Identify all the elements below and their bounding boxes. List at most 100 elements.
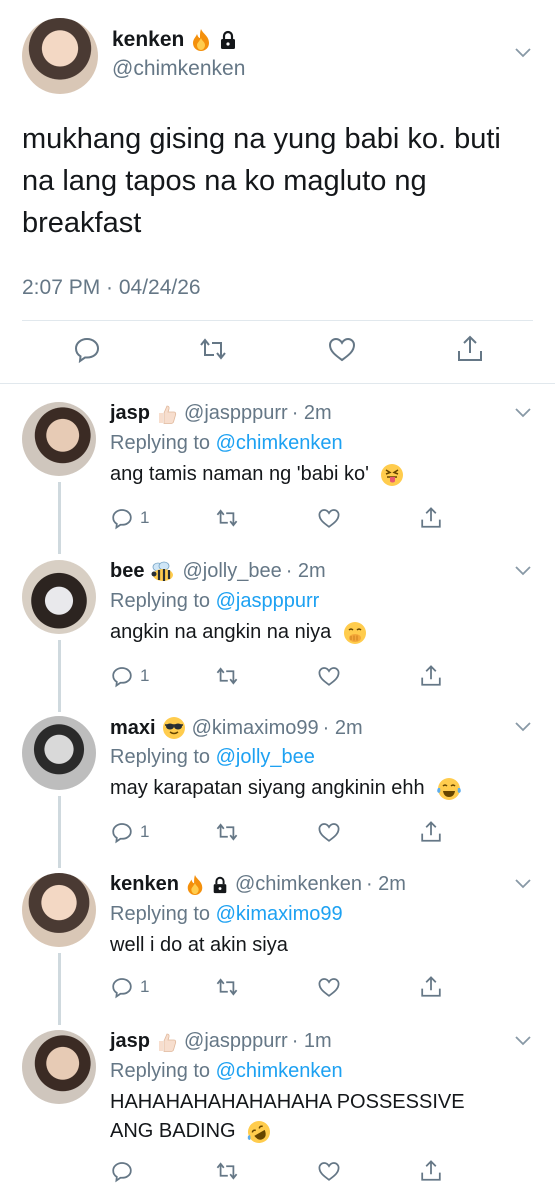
retweet-icon[interactable] bbox=[215, 505, 239, 531]
avatar[interactable] bbox=[22, 560, 96, 634]
reply-actions: 1 bbox=[0, 819, 555, 845]
mention-link[interactable]: @chimkenken bbox=[216, 432, 343, 454]
heart-icon[interactable] bbox=[317, 663, 341, 689]
squinting-tongue-emoji-icon bbox=[380, 463, 404, 487]
tweet-text: mukhang gising na yung babi ko. buti na … bbox=[22, 123, 501, 239]
reply-header: bee @jolly_bee · 2m bbox=[110, 560, 326, 583]
reply-button[interactable]: 1 bbox=[110, 505, 149, 531]
author-handle[interactable]: @kimaximo99 bbox=[192, 717, 319, 740]
replying-prefix: Replying to bbox=[110, 1060, 216, 1082]
reply-header: maxi @kimaximo99 · 2m bbox=[110, 716, 363, 740]
reply-count: 1 bbox=[140, 822, 150, 841]
author-handle[interactable]: @jaspppurr bbox=[184, 1030, 288, 1053]
author-name[interactable]: bee bbox=[110, 560, 144, 583]
chevron-down-icon[interactable] bbox=[515, 48, 531, 62]
retweet-icon[interactable] bbox=[215, 1158, 239, 1184]
author-name[interactable]: jasp bbox=[110, 1030, 150, 1053]
chevron-down-icon[interactable] bbox=[515, 566, 531, 580]
reply-button[interactable]: 1 bbox=[110, 974, 149, 1000]
author-name[interactable]: maxi bbox=[110, 717, 156, 740]
lock-icon bbox=[211, 876, 229, 894]
reply-actions bbox=[0, 1158, 555, 1184]
thumbs-up-icon bbox=[156, 403, 178, 425]
avatar[interactable] bbox=[22, 1030, 96, 1104]
reply-icon[interactable] bbox=[72, 334, 102, 364]
lock-icon bbox=[218, 30, 238, 50]
chevron-down-icon[interactable] bbox=[515, 722, 531, 736]
reply-time: · 2m bbox=[285, 560, 326, 582]
share-icon[interactable] bbox=[419, 819, 443, 845]
reply-button[interactable]: 1 bbox=[110, 819, 149, 845]
replying-prefix: Replying to bbox=[110, 903, 216, 925]
author-handle[interactable]: @jaspppurr bbox=[184, 402, 288, 425]
reply-time: · 1m bbox=[291, 1030, 332, 1052]
fire-emoji-icon bbox=[190, 28, 212, 52]
author-handle[interactable]: @chimkenken bbox=[235, 873, 362, 896]
reply-icon bbox=[112, 509, 132, 530]
avatar[interactable] bbox=[22, 716, 96, 790]
reply-header: jasp @jaspppurr · 1m bbox=[110, 1030, 332, 1053]
retweet-icon[interactable] bbox=[215, 819, 239, 845]
author-handle[interactable]: @jolly_bee bbox=[182, 560, 281, 583]
reply-text: ang tamis naman ng 'babi ko' bbox=[110, 460, 530, 489]
replying-to: Replying to @jolly_bee bbox=[110, 746, 315, 769]
replying-prefix: Replying to bbox=[110, 746, 216, 768]
retweet-icon[interactable] bbox=[215, 663, 239, 689]
share-icon[interactable] bbox=[419, 663, 443, 689]
heart-icon[interactable] bbox=[317, 819, 341, 845]
sunglasses-emoji-icon bbox=[162, 716, 186, 740]
heart-icon[interactable] bbox=[317, 974, 341, 1000]
chevron-down-icon[interactable] bbox=[515, 408, 531, 422]
mention-link[interactable]: @jaspppurr bbox=[216, 590, 320, 612]
reply-count: 1 bbox=[140, 508, 150, 527]
reply-button[interactable] bbox=[110, 1158, 140, 1184]
reply-actions: 1 bbox=[0, 974, 555, 1000]
reply-text: angkin na angkin na niya bbox=[110, 618, 530, 647]
replying-to: Replying to @chimkenken bbox=[110, 432, 343, 455]
main-tweet: kenken @chimkenken mukhang gising na yun… bbox=[0, 0, 555, 384]
reply-actions: 1 bbox=[0, 663, 555, 689]
retweet-icon[interactable] bbox=[215, 974, 239, 1000]
reply-actions: 1 bbox=[0, 505, 555, 531]
heart-icon[interactable] bbox=[317, 505, 341, 531]
replying-to: Replying to @chimkenken bbox=[110, 1060, 343, 1083]
replying-to: Replying to @kimaximo99 bbox=[110, 903, 343, 926]
author-name-row: kenken bbox=[112, 28, 238, 52]
reply-text-content: ang tamis naman ng 'babi ko' bbox=[110, 463, 369, 485]
bee-icon bbox=[150, 561, 176, 583]
retweet-icon[interactable] bbox=[198, 334, 228, 364]
author-name[interactable]: kenken bbox=[112, 28, 184, 52]
fire-emoji-icon bbox=[185, 874, 205, 896]
reply-time: · 2m bbox=[322, 716, 363, 739]
reply-count: 1 bbox=[140, 666, 150, 685]
author-name[interactable]: kenken bbox=[110, 873, 179, 896]
heart-icon[interactable] bbox=[317, 1158, 341, 1184]
reply-button[interactable]: 1 bbox=[110, 663, 149, 689]
share-icon[interactable] bbox=[419, 974, 443, 1000]
tears-of-joy-emoji-icon bbox=[436, 777, 462, 801]
mention-link[interactable]: @kimaximo99 bbox=[216, 903, 343, 925]
avatar[interactable] bbox=[22, 18, 98, 94]
avatar[interactable] bbox=[22, 873, 96, 947]
author-handle[interactable]: @chimkenken bbox=[112, 57, 245, 81]
avatar[interactable] bbox=[22, 402, 96, 476]
replying-to: Replying to @jaspppurr bbox=[110, 590, 319, 613]
reply-text-content: angkin na angkin na niya bbox=[110, 621, 332, 643]
reply-text: well i do at akin siya bbox=[110, 931, 530, 960]
tweet-timestamp[interactable]: 2:07 PM · 04/24/26 bbox=[22, 276, 201, 300]
share-icon[interactable] bbox=[419, 1158, 443, 1184]
thumbs-up-icon bbox=[156, 1031, 178, 1053]
author-name[interactable]: jasp bbox=[110, 402, 150, 425]
reply-text-content: may karapatan siyang angkinin ehh bbox=[110, 777, 425, 799]
chevron-down-icon[interactable] bbox=[515, 879, 531, 893]
replying-prefix: Replying to bbox=[110, 590, 216, 612]
rolling-laughing-emoji-icon bbox=[247, 1120, 271, 1144]
mention-link[interactable]: @chimkenken bbox=[216, 1060, 343, 1082]
heart-icon[interactable] bbox=[327, 334, 357, 364]
reply-text-content: HAHAHAHAHAHAHAHA POSSESSIVE ANG BADING bbox=[110, 1091, 465, 1142]
reply-header: kenken @chimkenken · 2m bbox=[110, 873, 406, 896]
share-icon[interactable] bbox=[419, 505, 443, 531]
chevron-down-icon[interactable] bbox=[515, 1036, 531, 1050]
mention-link[interactable]: @jolly_bee bbox=[216, 746, 315, 768]
share-icon[interactable] bbox=[455, 334, 485, 364]
